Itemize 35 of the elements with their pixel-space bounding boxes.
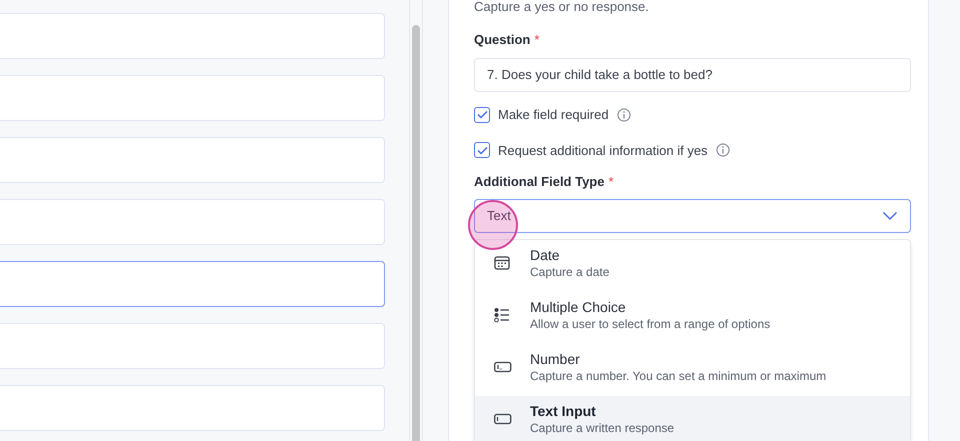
number-field-icon bbox=[494, 359, 512, 375]
option-title: Date bbox=[530, 246, 561, 264]
checkmark-icon bbox=[476, 146, 488, 155]
checkbox[interactable] bbox=[474, 106, 490, 123]
option-description: Allow a user to select from a range of options bbox=[530, 316, 770, 332]
option-description: Capture a number. You can set a minimum or maximum bbox=[530, 368, 826, 384]
option-title: Multiple Choice bbox=[530, 298, 627, 316]
checkbox-label: Request additional information if yes bbox=[498, 142, 708, 160]
dropdown-option[interactable]: Text Input Capture a written response bbox=[475, 396, 910, 441]
field-label: Additional Field Type bbox=[474, 173, 604, 191]
info-icon[interactable] bbox=[716, 143, 730, 158]
field-card[interactable] bbox=[0, 261, 385, 307]
required-mark: * bbox=[534, 31, 540, 49]
dropdown-option[interactable]: Number Capture a number. You can set a minimum or maximum bbox=[475, 344, 910, 396]
calendar-icon bbox=[494, 255, 512, 271]
option-description: Capture a written response bbox=[530, 420, 674, 436]
list-icon bbox=[494, 307, 512, 323]
checkbox[interactable] bbox=[474, 142, 490, 158]
scrollbar[interactable] bbox=[412, 25, 420, 441]
description-text: Capture a yes or no response. bbox=[474, 0, 650, 14]
option-title: Text Input bbox=[530, 402, 597, 420]
field-label: Question bbox=[474, 31, 530, 49]
checkbox-label: Make field required bbox=[498, 106, 609, 124]
dropdown-option[interactable]: Multiple Choice Allow a user to select from a range of options bbox=[475, 292, 910, 344]
field-type-select[interactable]: Text bbox=[474, 199, 911, 233]
option-description: Capture a date bbox=[530, 264, 610, 280]
required-mark: * bbox=[608, 173, 614, 191]
dropdown-option[interactable]: Date Capture a date bbox=[475, 240, 910, 292]
checkmark-icon bbox=[476, 110, 488, 120]
text-field-icon bbox=[494, 411, 512, 427]
click-indicator bbox=[468, 200, 518, 250]
info-icon[interactable] bbox=[616, 108, 631, 122]
option-title: Number bbox=[530, 350, 581, 368]
chevron-down-icon bbox=[882, 211, 898, 221]
question-input[interactable]: 7. Does your child take a bottle to bed? bbox=[474, 58, 911, 92]
